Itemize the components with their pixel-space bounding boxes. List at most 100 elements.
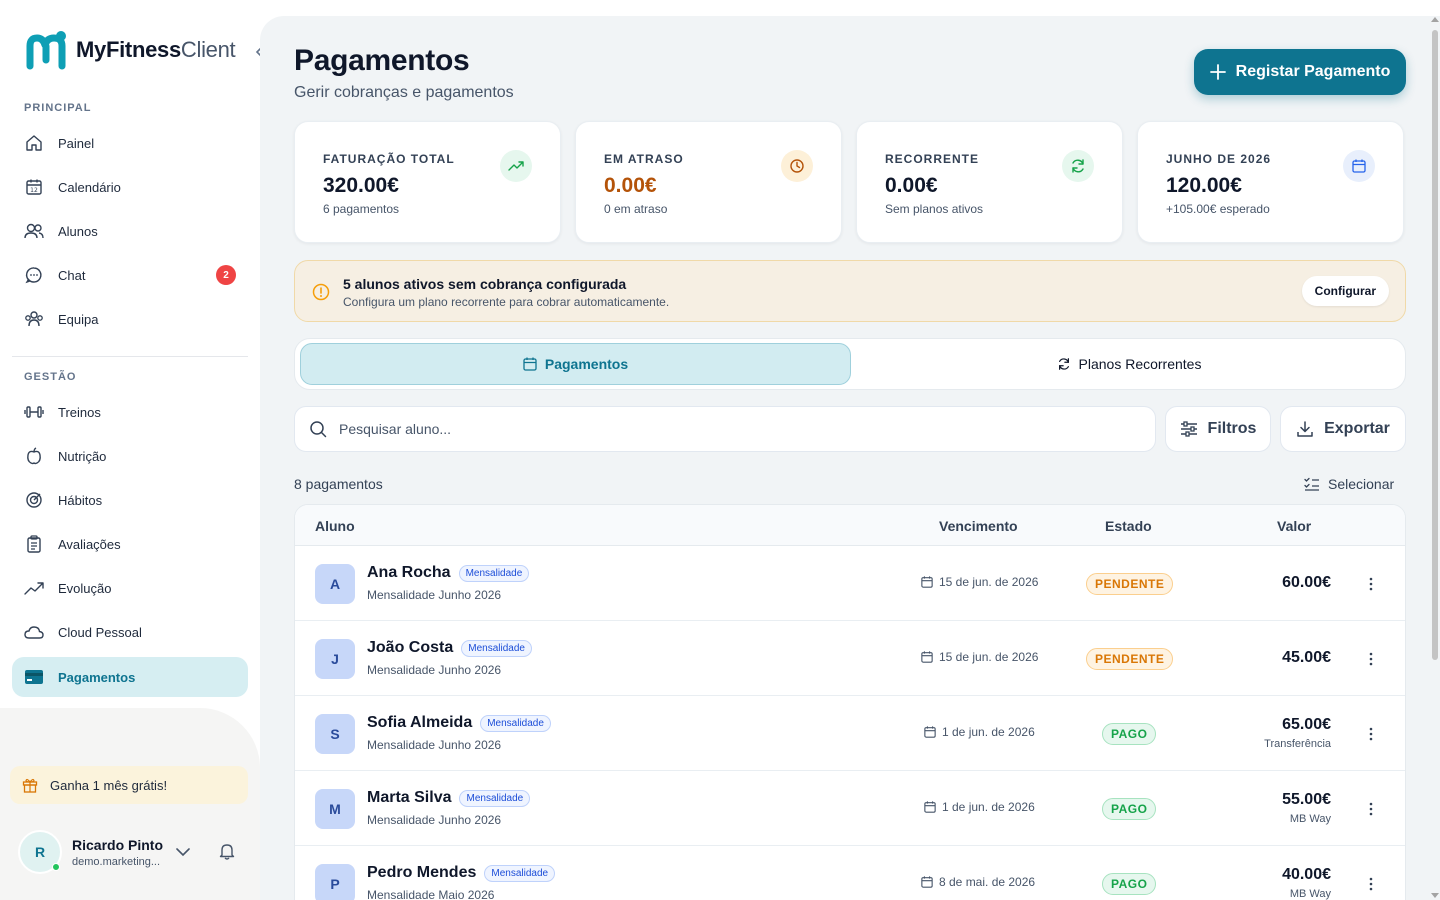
table-row[interactable]: A Ana Rocha Mensalidade Mensalidade Junho… bbox=[295, 546, 1405, 621]
calendar-icon bbox=[921, 876, 933, 888]
sidebar-item-nutricao[interactable]: Nutrição bbox=[12, 436, 248, 476]
sidebar-item-evolucao[interactable]: Evolução bbox=[12, 568, 248, 608]
row-menu-button[interactable] bbox=[1361, 647, 1381, 671]
row-menu-button[interactable] bbox=[1361, 797, 1381, 821]
stat-value: 120.00€ bbox=[1166, 174, 1242, 197]
calendar-icon bbox=[921, 651, 933, 663]
table-row[interactable]: J João Costa Mensalidade Mensalidade Junh… bbox=[295, 621, 1405, 696]
cloud-icon bbox=[24, 622, 44, 642]
sidebar-item-chat[interactable]: Chat 2 bbox=[12, 255, 248, 295]
table-row[interactable]: S Sofia Almeida Mensalidade Mensalidade J… bbox=[295, 696, 1405, 771]
due-date: 15 de jun. de 2026 bbox=[921, 650, 1038, 664]
stat-value: 0.00€ bbox=[604, 174, 657, 197]
sidebar-item-label: Alunos bbox=[58, 223, 98, 239]
register-payment-button[interactable]: Registar Pagamento bbox=[1194, 49, 1406, 95]
more-vertical-icon bbox=[1369, 652, 1373, 666]
select-button[interactable]: Selecionar bbox=[1304, 476, 1394, 492]
stat-hint: 6 pagamentos bbox=[323, 202, 400, 216]
table-row[interactable]: P Pedro Mendes Mensalidade Mensalidade Ma… bbox=[295, 846, 1405, 900]
refresh-icon bbox=[1058, 358, 1069, 370]
status-badge: PENDENTE bbox=[1086, 573, 1174, 595]
logo-mark-icon bbox=[26, 31, 66, 70]
scrollbar-thumb[interactable] bbox=[1432, 30, 1438, 660]
payment-method: Transferência bbox=[1264, 738, 1331, 750]
row-menu-button[interactable] bbox=[1361, 872, 1381, 896]
tab-planos-recorrentes[interactable]: Planos Recorrentes bbox=[855, 343, 1403, 385]
avatar: J bbox=[315, 639, 355, 679]
sidebar-item-alunos[interactable]: Alunos bbox=[12, 211, 248, 251]
scroll-up-arrow-icon[interactable] bbox=[1431, 17, 1439, 22]
scroll-down-arrow-icon[interactable] bbox=[1431, 893, 1439, 898]
sidebar-item-habitos[interactable]: Hábitos bbox=[12, 480, 248, 520]
sidebar-item-label: Cloud Pessoal bbox=[58, 624, 142, 640]
sidebar-item-treinos[interactable]: Treinos bbox=[12, 392, 248, 432]
notifications-button[interactable] bbox=[218, 842, 236, 865]
sidebar-item-calendario[interactable]: 12 Calendário bbox=[12, 167, 248, 207]
type-tag: Mensalidade bbox=[458, 564, 530, 582]
page-scrollbar[interactable] bbox=[1430, 16, 1440, 900]
type-tag: Mensalidade bbox=[484, 864, 556, 882]
column-header-value[interactable]: Valor bbox=[1277, 518, 1311, 534]
app-logo[interactable]: MyFitnessClient bbox=[26, 30, 236, 70]
gift-icon bbox=[22, 778, 38, 793]
tab-pagamentos[interactable]: Pagamentos bbox=[300, 343, 851, 385]
sidebar-item-label: Treinos bbox=[58, 404, 101, 420]
target-icon bbox=[24, 490, 44, 510]
status-badge: PAGO bbox=[1102, 723, 1157, 745]
column-header-status[interactable]: Estado bbox=[1105, 518, 1152, 534]
nav-divider bbox=[12, 356, 248, 357]
referral-promo[interactable]: Ganha 1 mês grátis! bbox=[10, 766, 248, 804]
student-name: Pedro Mendes bbox=[367, 864, 477, 881]
calendar-icon bbox=[523, 357, 537, 371]
team-icon bbox=[24, 309, 44, 329]
student-name: Sofia Almeida bbox=[367, 714, 473, 731]
apple-icon bbox=[24, 446, 44, 466]
page-title: Pagamentos bbox=[294, 44, 470, 77]
sidebar-item-painel[interactable]: Painel bbox=[12, 123, 248, 163]
row-menu-button[interactable] bbox=[1361, 572, 1381, 596]
stat-hint: Sem planos ativos bbox=[885, 202, 984, 216]
due-date: 8 de mai. de 2026 bbox=[921, 875, 1035, 889]
sliders-icon bbox=[1180, 421, 1197, 437]
sidebar-item-equipa[interactable]: Equipa bbox=[12, 299, 248, 339]
search-input[interactable] bbox=[339, 421, 1119, 437]
sidebar-item-avaliacoes[interactable]: Avaliações bbox=[12, 524, 248, 564]
user-profile[interactable]: R Ricardo Pinto demo.marketing... bbox=[18, 830, 163, 874]
payment-value: 65.00€ bbox=[1282, 716, 1331, 733]
trend-icon bbox=[24, 578, 44, 598]
sidebar-item-pagamentos[interactable]: Pagamentos bbox=[12, 657, 248, 697]
sidebar-item-label: Calendário bbox=[58, 179, 121, 195]
column-header-due[interactable]: Vencimento bbox=[939, 518, 1018, 534]
stat-label: EM ATRASO bbox=[604, 152, 684, 166]
calendar-icon bbox=[1343, 150, 1375, 182]
plus-icon bbox=[1209, 64, 1226, 80]
online-indicator bbox=[52, 863, 60, 871]
student-name: João Costa bbox=[367, 639, 454, 656]
calendar-icon bbox=[921, 576, 933, 588]
due-date: 1 de jun. de 2026 bbox=[924, 725, 1035, 739]
filters-button[interactable]: Filtros bbox=[1165, 406, 1271, 452]
status-badge: PAGO bbox=[1102, 798, 1157, 820]
more-vertical-icon bbox=[1369, 877, 1373, 891]
sidebar-item-label: Hábitos bbox=[58, 492, 103, 508]
export-button[interactable]: Exportar bbox=[1280, 406, 1406, 452]
payment-description: Mensalidade Junho 2026 bbox=[367, 813, 502, 827]
view-tabs: Pagamentos Planos Recorrentes bbox=[294, 338, 1406, 390]
payment-method: MB Way bbox=[1289, 888, 1331, 900]
user-menu-button[interactable] bbox=[176, 844, 190, 862]
column-header-student[interactable]: Aluno bbox=[315, 518, 355, 534]
table-header: Aluno Vencimento Estado Valor bbox=[295, 505, 1405, 546]
payment-value: 55.00€ bbox=[1282, 791, 1331, 808]
row-menu-button[interactable] bbox=[1361, 722, 1381, 746]
sidebar-item-cloud-pessoal[interactable]: Cloud Pessoal bbox=[12, 612, 248, 652]
table-row[interactable]: M Marta Silva Mensalidade Mensalidade Jun… bbox=[295, 771, 1405, 846]
payment-description: Mensalidade Junho 2026 bbox=[367, 738, 502, 752]
sidebar-item-label: Avaliações bbox=[58, 536, 121, 552]
sidebar-item-label: Nutrição bbox=[58, 448, 107, 464]
warning-icon bbox=[312, 283, 330, 301]
stat-card-total-billing: FATURAÇÃO TOTAL 320.00€ 6 pagamentos bbox=[294, 121, 561, 243]
payment-value: 40.00€ bbox=[1282, 866, 1331, 883]
configure-button[interactable]: Configurar bbox=[1301, 276, 1389, 306]
sidebar-item-label: Painel bbox=[58, 135, 95, 151]
calendar-icon bbox=[924, 726, 936, 738]
